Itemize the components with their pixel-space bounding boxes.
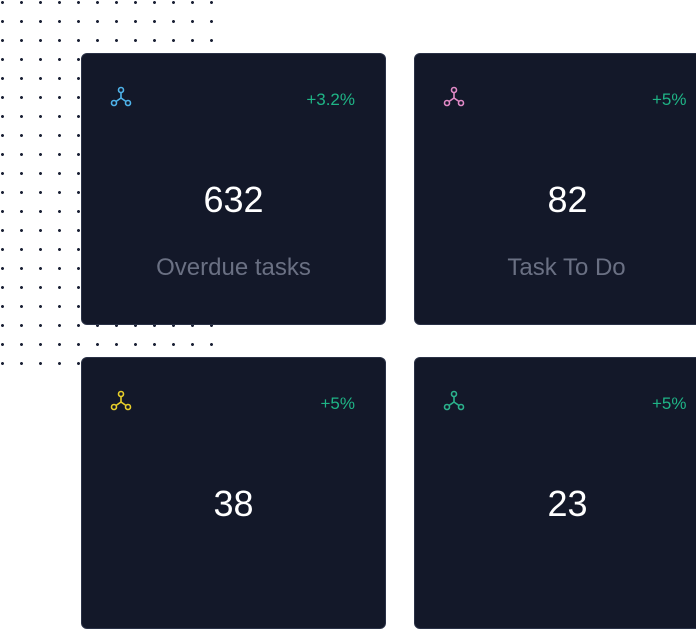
share-nodes-icon <box>110 86 132 108</box>
share-nodes-icon <box>443 86 465 108</box>
stat-value: 23 <box>547 483 588 524</box>
stat-card-4[interactable]: +5% 23 <box>414 357 696 629</box>
share-nodes-icon <box>110 390 132 412</box>
stat-card-3[interactable]: +5% 38 <box>81 357 386 629</box>
share-nodes-icon <box>443 390 465 412</box>
stat-value: 82 <box>547 179 588 220</box>
stat-value: 632 <box>203 179 264 220</box>
stat-label: Task To Do <box>507 254 626 281</box>
stat-card-overdue-tasks[interactable]: +3.2% 632 Overdue tasks <box>81 53 386 325</box>
delta-badge: +5% <box>652 394 687 413</box>
delta-badge: +5% <box>652 90 687 109</box>
stat-value: 38 <box>213 483 254 524</box>
delta-badge: +3.2% <box>306 90 355 109</box>
delta-badge: +5% <box>320 394 356 413</box>
stat-card-task-to-do[interactable]: +5% 82 Task To Do <box>414 53 696 325</box>
stat-label: Overdue tasks <box>156 254 311 281</box>
